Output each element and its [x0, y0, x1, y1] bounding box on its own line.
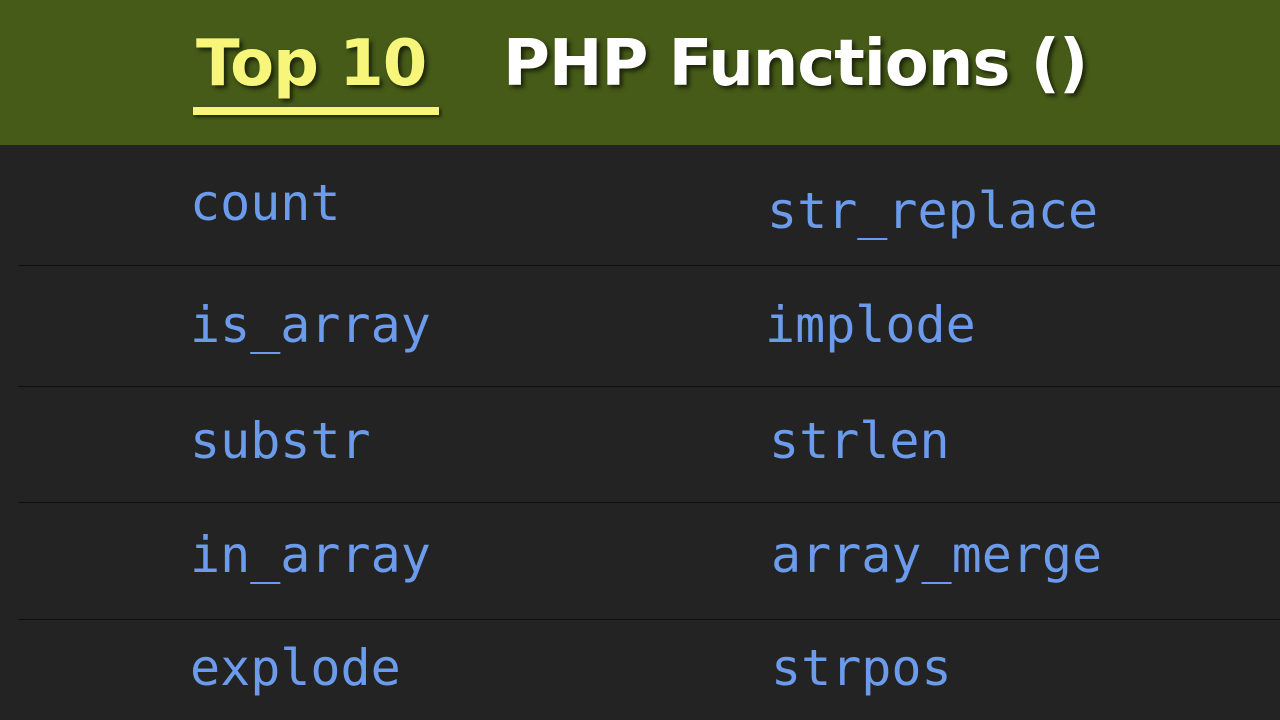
function-item: str_replace — [767, 182, 1099, 240]
function-item: is_array — [190, 296, 431, 354]
function-item: explode — [190, 639, 401, 697]
row-divider — [18, 386, 1280, 387]
row-divider — [18, 265, 1280, 266]
banner-title-text: PHP Functions () — [503, 27, 1088, 101]
row-divider — [18, 502, 1280, 503]
function-list: count str_replace is_array implode subst… — [0, 145, 1280, 720]
function-item: in_array — [190, 526, 431, 584]
accent-underline — [193, 107, 439, 115]
function-item: array_merge — [771, 526, 1103, 584]
function-item: substr — [190, 412, 371, 470]
banner-accent-text: Top 10 — [196, 27, 427, 101]
title-banner: Top 10 PHP Functions () — [0, 0, 1280, 145]
function-item: count — [190, 174, 341, 232]
row-divider — [18, 619, 1280, 620]
function-item: implode — [765, 296, 976, 354]
function-item: strlen — [769, 412, 950, 470]
function-item: strpos — [771, 639, 952, 697]
